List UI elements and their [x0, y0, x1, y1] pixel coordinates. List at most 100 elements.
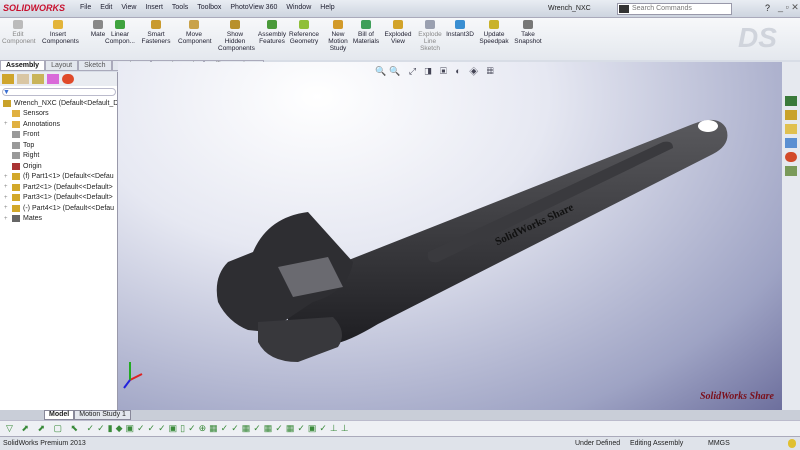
tree-item[interactable]: + Part3<1> (Default<<Default>: [0, 193, 117, 204]
command-manager: Edit Component Insert Components Mate Linea…: [0, 18, 800, 60]
propertymanager-tab-icon[interactable]: [17, 74, 29, 84]
menu-photoview-360[interactable]: PhotoView 360: [230, 4, 277, 11]
ribbon-edit-component[interactable]: Edit Component: [2, 20, 36, 45]
title-bar: SOLIDWORKS File Edit View Insert Tools Toolbo…: [0, 0, 800, 18]
ribbon-instant3d[interactable]: Instant3D: [444, 20, 476, 38]
ribbon-move-component[interactable]: Move Component: [178, 20, 212, 45]
menu-view[interactable]: View: [121, 4, 136, 11]
tree-item[interactable]: Sensors: [0, 109, 117, 120]
wrench-model[interactable]: SolidWorks Share: [118, 62, 782, 410]
tree-item[interactable]: Front: [0, 130, 117, 141]
expand-icon[interactable]: +: [4, 121, 12, 127]
tree-item-label: (f) Part1<1> (Default<<Defau: [23, 173, 114, 181]
tree-node-icon: [12, 120, 20, 128]
tab-motion-study-1[interactable]: Motion Study 1: [74, 410, 131, 420]
tree-item[interactable]: + Part2<1> (Default<<Default>: [0, 182, 117, 193]
tree-item[interactable]: + Annotations: [0, 119, 117, 130]
search-commands-input[interactable]: Search Commands: [617, 3, 732, 15]
ribbon-reference-geometry[interactable]: Reference Geometry: [288, 20, 320, 45]
ribbon-label: Reference Geometry: [289, 31, 319, 45]
ribbon-explode-line-sketch[interactable]: Explode Line Sketch: [414, 20, 446, 52]
reference-geometry-icon: [299, 20, 309, 29]
expand-icon[interactable]: +: [4, 195, 12, 201]
menu-window[interactable]: Window: [286, 4, 311, 11]
menu-edit[interactable]: Edit: [100, 4, 112, 11]
feature-tree: Wrench_NXC (Default<Default_D Sensors + Ann…: [0, 98, 117, 224]
tree-item[interactable]: Right: [0, 151, 117, 162]
ribbon-label: Edit Component: [2, 31, 36, 45]
tab-sketch[interactable]: Sketch: [78, 60, 112, 71]
tree-node-icon: [12, 173, 20, 181]
ribbon-show-hidden-components[interactable]: Show Hidden Components: [218, 20, 255, 52]
hanging-hole: [698, 120, 718, 132]
tree-node-icon: [3, 99, 11, 107]
expand-icon[interactable]: +: [4, 205, 12, 211]
ribbon-take-snapshot[interactable]: Take Snapshot: [512, 20, 544, 45]
appearances-icon[interactable]: [785, 152, 797, 162]
expand-icon[interactable]: +: [4, 184, 12, 190]
ribbon-label: Assembly Features: [257, 31, 287, 45]
expand-icon[interactable]: +: [4, 216, 12, 222]
filter-input[interactable]: ▼: [2, 88, 116, 96]
design-library-icon[interactable]: [785, 110, 797, 120]
menu-toolbox[interactable]: Toolbox: [197, 4, 221, 11]
file-explorer-icon[interactable]: [785, 124, 797, 134]
help-icon[interactable]: ?: [765, 3, 770, 13]
ribbon-label: Linear Compon...: [105, 31, 135, 45]
display-manager-tab-icon[interactable]: [62, 74, 74, 84]
ribbon-bill-of-materials[interactable]: Bill of Materials: [350, 20, 382, 45]
instant3d-icon: [455, 20, 465, 29]
tree-item-label: Front: [23, 131, 40, 139]
expand-icon[interactable]: +: [4, 174, 12, 180]
smart-fasteners-icon: [151, 20, 161, 29]
ribbon-assembly-features[interactable]: Assembly Features: [256, 20, 288, 45]
tab-layout[interactable]: Layout: [45, 60, 79, 71]
tree-item[interactable]: + (-) Part4<1> (Default<<Defau: [0, 203, 117, 214]
rebuild-icon[interactable]: [788, 439, 796, 448]
show-hidden-components-icon: [230, 20, 240, 29]
ribbon-label: Take Snapshot: [514, 31, 542, 45]
tree-item[interactable]: Origin: [0, 161, 117, 172]
definition-status: Under Defined: [575, 440, 621, 447]
featuremanager-tab-icon[interactable]: [2, 74, 14, 84]
tree-item-label: Part2<1> (Default<<Default>: [23, 183, 113, 191]
coordinate-triad: [123, 362, 143, 389]
take-snapshot-icon: [523, 20, 533, 29]
solidworks-logo[interactable]: SOLIDWORKS: [3, 3, 65, 13]
tree-item-label: Origin: [23, 162, 42, 170]
menu-tools[interactable]: Tools: [172, 4, 188, 11]
units-selector[interactable]: MMGS: [708, 440, 730, 447]
tree-item[interactable]: + (f) Part1<1> (Default<<Defau: [0, 172, 117, 183]
ribbon-exploded-view[interactable]: Exploded View: [382, 20, 414, 45]
custom-properties-icon[interactable]: [785, 166, 797, 176]
tree-item-label: Right: [23, 152, 40, 160]
ribbon-linear-compon[interactable]: Linear Compon...: [104, 20, 136, 45]
search-commands-icon: [619, 5, 629, 13]
view-palette-icon[interactable]: [785, 138, 797, 148]
tree-item[interactable]: Top: [0, 140, 117, 151]
tree-item[interactable]: Wrench_NXC (Default<Default_D: [0, 98, 117, 109]
window-controls[interactable]: _ ▫ ✕: [778, 2, 799, 13]
ribbon-update-speedpak[interactable]: Update Speedpak: [478, 20, 510, 45]
configurationmanager-tab-icon[interactable]: [32, 74, 44, 84]
menu-file[interactable]: File: [80, 4, 91, 11]
graphics-area[interactable]: 🔍🔍 ⤢ ◨ ▣ ◐ ◈ ▦ SolidWorks Share SolidWor…: [118, 62, 782, 410]
menu-help[interactable]: Help: [320, 4, 334, 11]
document-title: Wrench_NXC: [548, 5, 591, 12]
tree-item[interactable]: + Mates: [0, 214, 117, 225]
tree-node-icon: [12, 141, 20, 149]
mate-toolbar-icons[interactable]: ▽ ⬈ ⬈ ▢ ⬉ ✓✓▮◆▣✓✓✓▣▯✓⊕▦✓✓▦✓▦✓▦✓▣✓⊥⊥: [0, 421, 800, 436]
editing-status: Editing Assembly: [630, 440, 684, 447]
solidworks-resources-icon[interactable]: [785, 96, 797, 106]
tree-item-label: Sensors: [23, 110, 49, 118]
ribbon-smart-fasteners[interactable]: Smart Fasteners: [140, 20, 172, 45]
tab-model[interactable]: Model: [44, 410, 75, 420]
assembly-features-icon: [267, 20, 277, 29]
dimxpert-tab-icon[interactable]: [47, 74, 59, 84]
ribbon-insert-components[interactable]: Insert Components: [42, 20, 79, 45]
tree-item-label: Annotations: [23, 120, 60, 128]
menu-insert[interactable]: Insert: [145, 4, 163, 11]
tree-node-icon: [12, 162, 20, 170]
tree-node-icon: [12, 215, 20, 223]
tab-assembly[interactable]: Assembly: [0, 60, 46, 71]
